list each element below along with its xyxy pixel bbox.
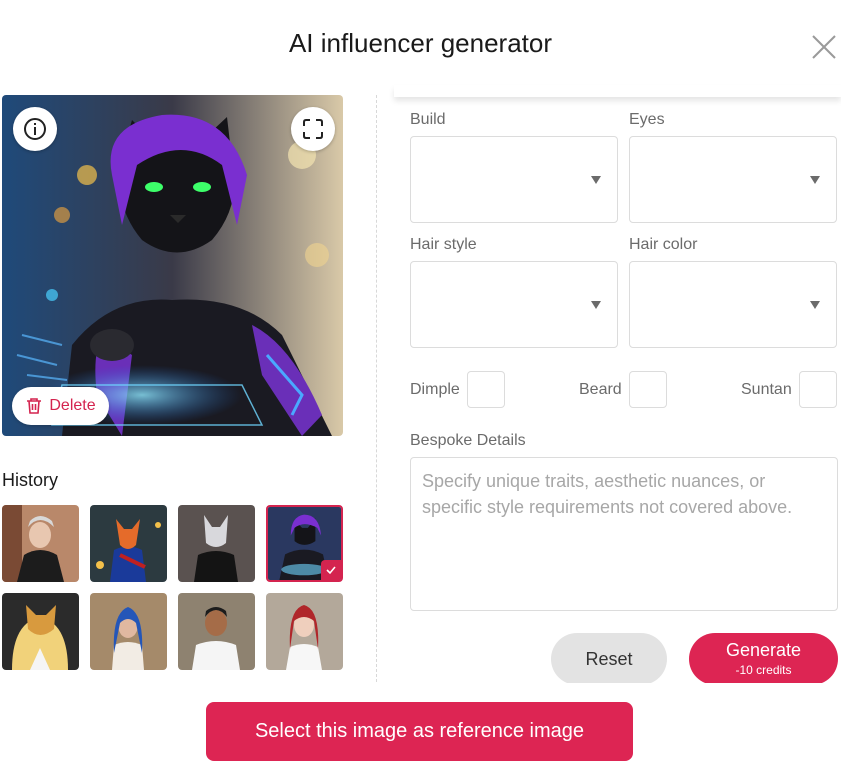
fullscreen-button[interactable]	[291, 107, 335, 151]
hair-style-label: Hair style	[410, 236, 477, 253]
hair-color-select[interactable]	[629, 261, 837, 348]
bespoke-details-label: Bespoke Details	[410, 432, 526, 449]
suntan-label: Suntan	[741, 381, 792, 398]
hair-color-label: Hair color	[629, 236, 698, 253]
build-label: Build	[410, 111, 446, 128]
history-thumbnail[interactable]	[266, 593, 343, 670]
dimple-checkbox[interactable]	[467, 371, 505, 408]
check-icon	[326, 566, 336, 575]
panther-character-image	[2, 95, 343, 436]
close-button[interactable]	[810, 33, 838, 61]
info-icon	[24, 118, 46, 140]
thumbnail-image	[2, 593, 79, 670]
history-thumbnail[interactable]	[2, 505, 79, 582]
thumbnail-image	[2, 505, 79, 582]
generate-cost: -10 credits	[735, 663, 792, 677]
select-reference-image-button[interactable]: Select this image as reference image	[206, 702, 633, 761]
dropdown-arrow-icon	[591, 301, 601, 309]
dimple-label: Dimple	[410, 381, 460, 398]
thumbnail-image	[178, 505, 255, 582]
bespoke-details-input[interactable]	[410, 457, 838, 611]
preview-image	[2, 95, 343, 436]
generate-button[interactable]: Generate -10 credits	[689, 633, 838, 685]
thumbnail-image	[90, 505, 167, 582]
history-grid	[2, 505, 347, 685]
thumbnail-image	[266, 593, 343, 670]
build-select[interactable]	[410, 136, 618, 223]
beard-checkbox[interactable]	[629, 371, 667, 408]
history-thumbnail[interactable]	[90, 505, 167, 582]
close-icon	[812, 35, 836, 59]
eyes-label: Eyes	[629, 111, 665, 128]
dropdown-arrow-icon	[810, 301, 820, 309]
history-thumbnail[interactable]	[178, 505, 255, 582]
history-thumbnail-selected[interactable]	[266, 505, 343, 582]
history-thumbnail[interactable]	[90, 593, 167, 670]
dialog-title: AI influencer generator	[288, 28, 553, 58]
dropdown-arrow-icon	[591, 176, 601, 184]
selected-check	[321, 560, 341, 580]
reset-button[interactable]: Reset	[551, 633, 667, 685]
suntan-checkbox[interactable]	[799, 371, 837, 408]
generate-label: Generate	[725, 640, 802, 660]
scroll-shadow	[394, 85, 841, 97]
trash-icon	[27, 398, 42, 414]
dropdown-arrow-icon	[810, 176, 820, 184]
beard-label: Beard	[579, 381, 622, 398]
delete-label: Delete	[49, 397, 96, 414]
history-thumbnail[interactable]	[2, 593, 79, 670]
history-label: History	[2, 470, 59, 490]
column-divider	[376, 95, 377, 687]
fullscreen-icon	[303, 119, 323, 139]
history-thumbnail[interactable]	[178, 593, 255, 670]
hair-style-select[interactable]	[410, 261, 618, 348]
thumbnail-image	[90, 593, 167, 670]
info-button[interactable]	[13, 107, 57, 151]
delete-button[interactable]: Delete	[12, 387, 109, 425]
thumbnail-image	[178, 593, 255, 670]
eyes-select[interactable]	[629, 136, 837, 223]
